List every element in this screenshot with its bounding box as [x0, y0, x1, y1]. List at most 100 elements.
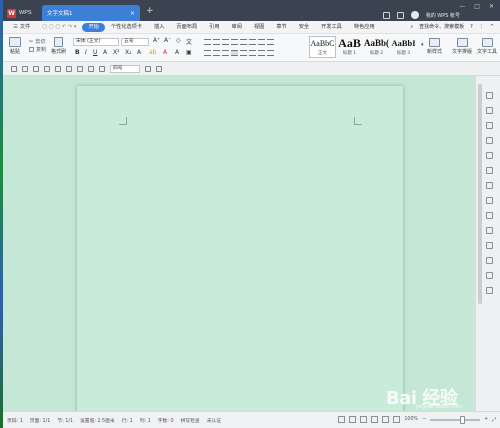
line-spacing-icon[interactable]	[249, 50, 256, 56]
open-icon[interactable]	[22, 65, 28, 72]
paste-button[interactable]: 粘贴	[9, 37, 21, 55]
new-doc-icon[interactable]	[11, 65, 17, 72]
user-name[interactable]: 我的 WPS 帐号	[426, 12, 460, 19]
layout-icon[interactable]	[396, 11, 404, 19]
zoom-level[interactable]: 100%	[404, 417, 418, 422]
status-pages[interactable]: 页面: 1/1	[30, 417, 50, 424]
close-window-icon[interactable]: ✕	[489, 3, 494, 10]
shape-icon[interactable]	[486, 122, 493, 129]
status-spell-check[interactable]: 拼写检查	[181, 417, 200, 424]
undo-icon[interactable]	[66, 65, 72, 72]
status-page-number[interactable]: 页码: 1	[7, 417, 23, 424]
document-canvas[interactable]	[3, 76, 473, 416]
export-icon[interactable]	[486, 182, 493, 189]
backup-icon[interactable]	[486, 242, 493, 249]
style-heading-3[interactable]: AaBbI 标题 3	[390, 36, 417, 58]
zoom-slider[interactable]	[430, 415, 481, 424]
distributed-icon[interactable]	[240, 50, 247, 56]
bold-quick-icon[interactable]	[88, 65, 94, 72]
justify-icon[interactable]	[231, 50, 238, 56]
superscript-button[interactable]: X²	[113, 49, 120, 56]
tab-references[interactable]: 引用	[203, 23, 225, 32]
template-icon[interactable]	[486, 227, 493, 234]
text-effect-button[interactable]: A	[137, 49, 141, 56]
align-right-icon[interactable]	[222, 50, 229, 56]
char-border-button[interactable]: A	[175, 49, 179, 56]
more-icon[interactable]: ⋮	[479, 24, 484, 30]
file-menu[interactable]: 三 文件	[7, 23, 36, 32]
status-section[interactable]: 节: 1/1	[57, 417, 73, 424]
phonetic-icon[interactable]: 文	[186, 37, 192, 46]
share-icon[interactable]	[486, 212, 493, 219]
pen-icon[interactable]	[486, 92, 493, 99]
new-tab-button[interactable]: +	[146, 6, 154, 16]
bullets-icon[interactable]	[204, 39, 211, 45]
chinese-layout-icon[interactable]	[240, 39, 247, 45]
table-icon[interactable]	[267, 39, 274, 45]
tab-home[interactable]: 开始	[82, 22, 105, 32]
font-size-select[interactable]: 五号	[121, 38, 149, 46]
minimize-icon[interactable]: —	[459, 3, 465, 10]
clear-format-icon[interactable]: ◇	[176, 37, 181, 44]
zoom-slider-knob[interactable]	[460, 415, 466, 424]
underline-button[interactable]: U	[93, 49, 97, 56]
save-icon[interactable]	[33, 65, 39, 72]
tab-page-layout[interactable]: 页面布局	[170, 23, 203, 32]
target-icon[interactable]	[486, 257, 493, 264]
tab-insert[interactable]: 插入	[148, 23, 170, 32]
outdent-icon[interactable]	[222, 39, 229, 45]
avatar[interactable]	[410, 11, 419, 19]
shrink-font-icon[interactable]: A⁻	[164, 37, 171, 44]
tab-custom[interactable]: 个性化选项卡	[105, 23, 148, 32]
style-heading-2[interactable]: AaBb( 标题 2	[363, 36, 390, 58]
redo-icon[interactable]	[77, 65, 83, 72]
tab-features[interactable]: 特色应用	[348, 23, 381, 32]
numbering-icon[interactable]	[213, 39, 220, 45]
help-button[interactable]: ?	[470, 24, 473, 30]
font-color-button[interactable]: A	[163, 49, 167, 56]
font-quick-icon[interactable]	[99, 65, 105, 72]
align-center-icon[interactable]	[213, 50, 220, 56]
fit-window-icon[interactable]: ⤢	[492, 417, 496, 423]
eye-icon[interactable]	[393, 416, 401, 423]
filter-icon[interactable]	[486, 152, 493, 159]
format-painter-button[interactable]: 格式刷	[51, 37, 66, 55]
wps-home-tab[interactable]: W WPS	[7, 6, 37, 20]
show-marks-icon[interactable]	[258, 39, 265, 45]
copy-button[interactable]: 复制	[29, 46, 46, 53]
cursor-icon[interactable]	[486, 107, 493, 114]
find-replace-button[interactable]: 文字工具	[477, 38, 497, 55]
status-word-count[interactable]: 字数: 0	[158, 417, 174, 424]
preview-icon[interactable]	[55, 65, 61, 72]
vertical-scrollbar[interactable]	[478, 84, 482, 304]
tab-security[interactable]: 安全	[293, 23, 315, 32]
highlight-button[interactable]: ab	[149, 49, 157, 56]
grid-icon[interactable]	[145, 65, 151, 72]
subscript-button[interactable]: X₂	[125, 49, 132, 56]
view-page-icon[interactable]	[338, 416, 346, 423]
skin-icon[interactable]	[382, 11, 390, 19]
align-left-icon[interactable]	[204, 50, 211, 56]
close-tab-icon[interactable]: ×	[130, 10, 135, 17]
history-icon[interactable]	[486, 272, 493, 279]
ruler-icon[interactable]	[156, 65, 162, 72]
print-icon[interactable]	[44, 65, 50, 72]
document-tab[interactable]: 文字文稿1 ×	[42, 5, 140, 21]
view-outline-icon[interactable]	[360, 416, 368, 423]
tab-review[interactable]: 审阅	[226, 23, 248, 32]
tab-view[interactable]: 视图	[248, 23, 270, 32]
style-normal[interactable]: AaBbC 正文	[309, 36, 336, 58]
translate-icon[interactable]	[486, 197, 493, 204]
status-position[interactable]: 设置值: 2.5厘米	[80, 417, 115, 424]
maximize-icon[interactable]: □	[474, 3, 480, 10]
cut-button[interactable]: ✂ 剪切	[29, 38, 45, 46]
search-icon[interactable]: ⌕	[410, 24, 413, 30]
bold-button[interactable]: B	[75, 49, 80, 56]
style-pane-icon[interactable]	[486, 137, 493, 144]
shading-icon[interactable]	[258, 50, 265, 56]
command-search[interactable]: 查找命令、搜索模板	[419, 23, 464, 30]
tab-developer[interactable]: 开发工具	[315, 23, 348, 32]
styles-more-icon[interactable]: ▾	[421, 42, 424, 48]
italic-button[interactable]: I	[85, 49, 87, 56]
zoom-in-icon[interactable]: +	[484, 417, 488, 422]
